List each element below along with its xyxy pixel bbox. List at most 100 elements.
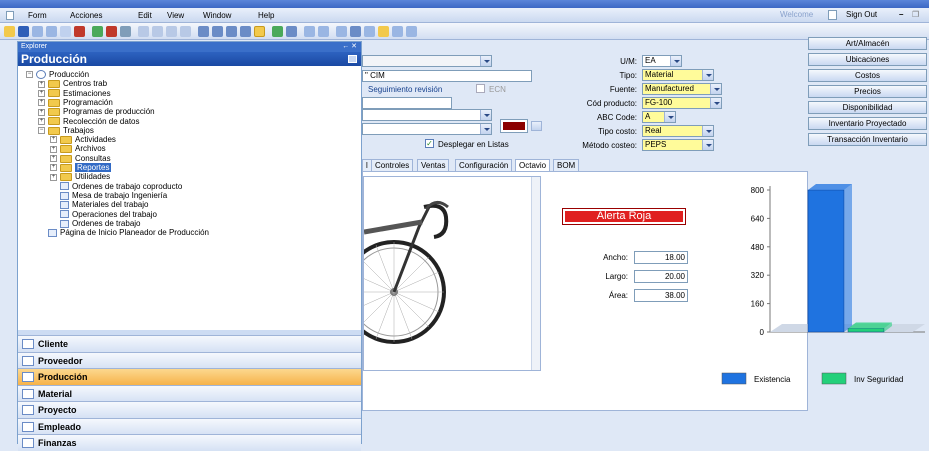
window-icon[interactable]: [392, 26, 403, 37]
report-icon[interactable]: [240, 26, 251, 37]
delete-icon[interactable]: [74, 26, 85, 37]
open-icon[interactable]: [4, 26, 15, 37]
restore-icon[interactable]: ❐: [912, 10, 919, 19]
collapse-icon[interactable]: [348, 55, 357, 63]
grid-icon[interactable]: [198, 26, 209, 37]
chevron-down-icon[interactable]: [480, 110, 491, 120]
nav-button-proveedor[interactable]: Proveedor: [18, 351, 361, 369]
next-record-icon[interactable]: [166, 26, 177, 37]
color-dropdown-icon[interactable]: [531, 121, 542, 131]
nav-button-produccion[interactable]: Producción: [18, 368, 361, 385]
right-button[interactable]: Costos: [808, 69, 927, 82]
expand-icon[interactable]: −: [38, 127, 45, 135]
class-field[interactable]: [362, 109, 492, 121]
chevron-down-icon[interactable]: [702, 140, 713, 150]
last-record-icon[interactable]: [180, 26, 191, 37]
menu-view[interactable]: View: [167, 11, 184, 20]
minimize-icon[interactable]: –: [899, 10, 903, 19]
chevron-down-icon[interactable]: [702, 70, 713, 80]
tab-configuracion[interactable]: Configuración: [455, 159, 513, 171]
group-field[interactable]: [362, 123, 492, 135]
tipocosto-select[interactable]: Real: [642, 125, 714, 137]
menu-window[interactable]: Window: [203, 11, 231, 20]
chevron-down-icon[interactable]: [480, 56, 491, 66]
part-field[interactable]: [362, 55, 492, 67]
sign-out-link[interactable]: Sign Out: [846, 10, 877, 19]
preview-icon[interactable]: [286, 26, 297, 37]
print-icon[interactable]: [272, 26, 283, 37]
expand-icon[interactable]: +: [50, 173, 57, 181]
menu-form[interactable]: Form: [28, 11, 47, 20]
um-select[interactable]: EA: [642, 55, 682, 67]
right-button[interactable]: Art/Almacén: [808, 37, 927, 50]
new-icon[interactable]: [32, 26, 43, 37]
abc-select[interactable]: A: [642, 111, 676, 123]
nav-button-cliente[interactable]: Cliente: [18, 335, 361, 352]
note-icon[interactable]: [318, 26, 329, 37]
tab-controles[interactable]: Controles: [371, 159, 414, 171]
expand-icon[interactable]: +: [50, 155, 57, 163]
prev-record-icon[interactable]: [152, 26, 163, 37]
attach-icon[interactable]: [336, 26, 347, 37]
metodo-select[interactable]: PEPS: [642, 139, 714, 151]
tab-ventas[interactable]: Ventas: [417, 159, 450, 171]
codprod-select[interactable]: FG-100: [642, 97, 722, 109]
menu-acciones[interactable]: Acciones: [70, 11, 102, 20]
calendar-icon[interactable]: [364, 26, 375, 37]
chevron-down-icon[interactable]: [664, 112, 675, 122]
refresh-icon[interactable]: [92, 26, 103, 37]
alerta-roja-button[interactable]: Alerta Roja: [562, 208, 686, 225]
right-button[interactable]: Precios: [808, 85, 927, 98]
expand-icon[interactable]: +: [38, 80, 45, 88]
chevron-down-icon[interactable]: [710, 98, 721, 108]
nav-button-material[interactable]: Material: [18, 384, 361, 402]
revision-field[interactable]: [362, 97, 452, 109]
expand-icon[interactable]: +: [38, 108, 45, 116]
search-icon[interactable]: [120, 26, 131, 37]
menu-edit[interactable]: Edit: [138, 11, 152, 20]
right-button[interactable]: Inventario Proyectado: [808, 117, 927, 130]
ecn-checkbox[interactable]: [476, 84, 485, 93]
first-record-icon[interactable]: [138, 26, 149, 37]
nav-button-empleado[interactable]: Empleado: [18, 417, 361, 435]
chevron-down-icon[interactable]: [670, 56, 681, 66]
tipo-select[interactable]: Material: [642, 69, 714, 81]
help-icon[interactable]: [406, 26, 417, 37]
collapse-icon[interactable]: −: [26, 71, 33, 79]
list-icon[interactable]: [212, 26, 223, 37]
undo-icon[interactable]: [106, 26, 117, 37]
chevron-down-icon[interactable]: [710, 84, 721, 94]
expand-icon[interactable]: +: [50, 164, 57, 172]
description-field[interactable]: " CIM: [362, 70, 532, 82]
detail-icon[interactable]: [226, 26, 237, 37]
tree-item[interactable]: Página de Inicio Planeador de Producción: [38, 228, 209, 238]
expand-icon[interactable]: +: [38, 99, 45, 107]
area-field[interactable]: 38.00: [634, 289, 688, 302]
right-button[interactable]: Disponibilidad: [808, 101, 927, 114]
image-scrollbar[interactable]: [531, 177, 540, 370]
ancho-field[interactable]: 18.00: [634, 251, 688, 264]
expand-icon[interactable]: +: [38, 117, 45, 125]
largo-field[interactable]: 20.00: [634, 270, 688, 283]
menu-help[interactable]: Help: [258, 11, 274, 20]
nav-button-finanzas[interactable]: Finanzas: [18, 434, 361, 451]
expand-icon[interactable]: +: [50, 145, 57, 153]
save-icon[interactable]: [18, 26, 29, 37]
fuente-select[interactable]: Manufactured: [642, 83, 722, 95]
copy-icon[interactable]: [46, 26, 57, 37]
dashboard-icon[interactable]: [350, 26, 361, 37]
desplegar-checkbox[interactable]: ✓: [425, 139, 434, 148]
folder-icon[interactable]: [378, 26, 389, 37]
color-picker[interactable]: [500, 119, 528, 133]
chevron-down-icon[interactable]: [480, 124, 491, 134]
expand-icon[interactable]: +: [38, 89, 45, 97]
chevron-down-icon[interactable]: [702, 126, 713, 136]
paste-icon[interactable]: [60, 26, 71, 37]
explorer-pin-close-icon[interactable]: ← ✕: [342, 42, 357, 52]
expand-icon[interactable]: +: [50, 136, 57, 144]
tab-bom[interactable]: BOM: [553, 159, 580, 171]
nav-button-proyecto[interactable]: Proyecto: [18, 401, 361, 418]
explorer-toggle-icon[interactable]: [254, 26, 265, 37]
right-button[interactable]: Transacción Inventario: [808, 133, 927, 146]
link-icon[interactable]: [304, 26, 315, 37]
